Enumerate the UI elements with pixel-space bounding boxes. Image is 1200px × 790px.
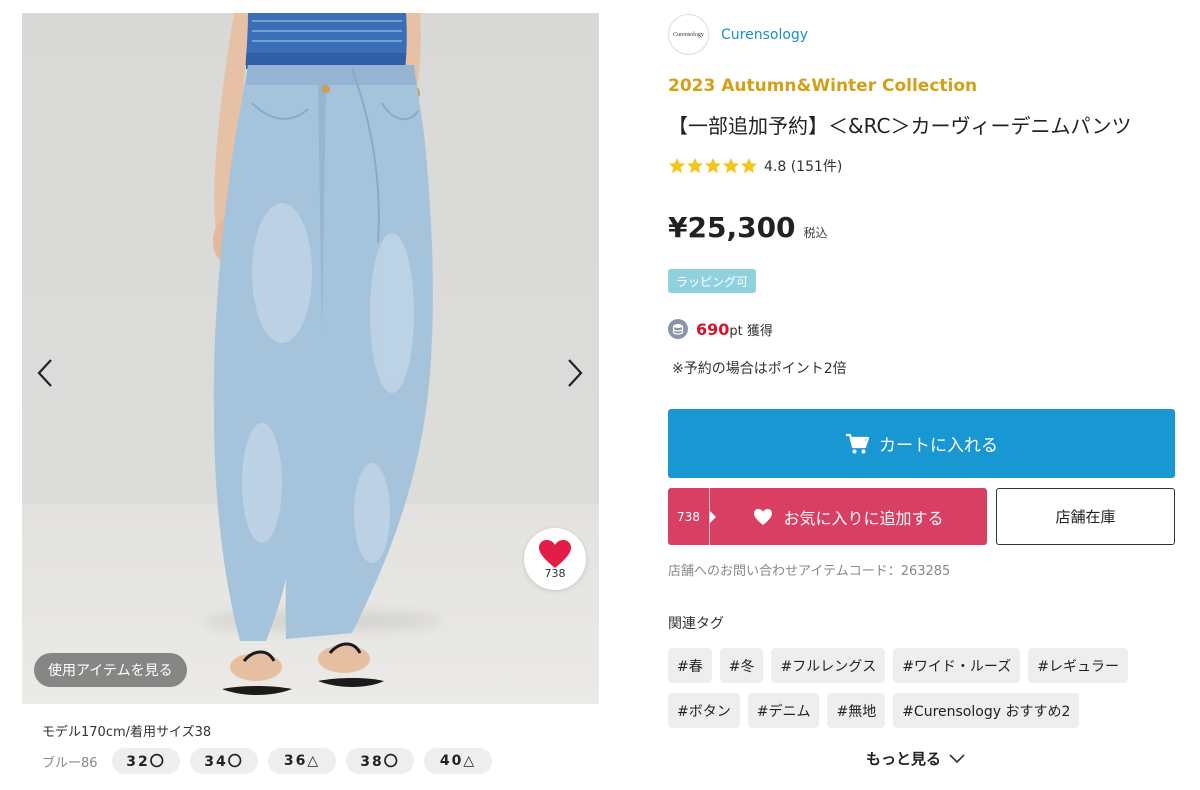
rating-text: 4.8 (151件) (764, 159, 843, 175)
size-chip-38[interactable]: 38〇 (346, 748, 414, 774)
brand-name[interactable]: Curensology (721, 27, 808, 43)
star-icon (740, 157, 758, 174)
size-chip-34[interactable]: 34〇 (190, 748, 258, 774)
tag-plain[interactable]: #無地 (827, 693, 886, 728)
product-title: 【一部追加予約】＜&RC＞カーヴィーデニムパンツ (668, 114, 1132, 138)
price: ¥25,300 税込 (668, 211, 828, 244)
product-image-gallery[interactable]: 738 使用アイテムを見る (22, 13, 599, 704)
star-icon (704, 157, 722, 174)
size-availability-row: ブルー86 32〇 34〇 36△ 38〇 40△ (42, 748, 492, 774)
reservation-note: ※予約の場合はポイント2倍 (672, 361, 847, 377)
chevron-down-icon (949, 753, 965, 763)
tag-wide-loose[interactable]: #ワイド・ルーズ (893, 648, 1021, 683)
cart-icon (846, 433, 869, 453)
store-stock-button[interactable]: 店舗在庫 (996, 488, 1175, 545)
collection-label: 2023 Autumn&Winter Collection (668, 76, 978, 96)
next-image-button[interactable] (560, 353, 590, 393)
model-info: モデル170cm/着用サイズ38 (42, 725, 212, 740)
tag-regular[interactable]: #レギュラー (1028, 648, 1128, 683)
add-to-cart-button[interactable]: カートに入れる (668, 409, 1175, 478)
favorite-count: 738 (668, 488, 716, 545)
points-info: 690pt 獲得 (668, 319, 773, 339)
size-chip-36[interactable]: 36△ (268, 748, 336, 774)
rating-summary[interactable]: 4.8 (151件) (668, 156, 842, 176)
points-value: 690 (696, 319, 730, 339)
add-to-favorites-button[interactable]: 738 お気に入りに追加する (668, 488, 987, 545)
star-icon (722, 157, 740, 174)
coin-icon (668, 319, 688, 339)
show-more-button[interactable]: もっと見る (866, 748, 965, 769)
tag-denim[interactable]: #デニム (747, 693, 820, 728)
favorite-label-wrap: お気に入りに追加する (710, 505, 987, 529)
points-suffix: pt 獲得 (729, 323, 773, 339)
view-used-items-label: 使用アイテムを見る (48, 663, 173, 679)
view-used-items-button[interactable]: 使用アイテムを見る (34, 653, 187, 687)
tag-winter[interactable]: #冬 (719, 648, 764, 683)
related-tags-title: 関連タグ (668, 616, 724, 632)
previous-image-button[interactable] (30, 353, 60, 393)
heart-icon (754, 508, 773, 525)
tag-full-length[interactable]: #フルレングス (771, 648, 886, 683)
tag-brand-recommend[interactable]: #Curensology おすすめ2 (893, 693, 1080, 728)
star-icon (686, 157, 704, 174)
favorite-bubble-button[interactable]: 738 (524, 528, 586, 590)
store-stock-label: 店舗在庫 (1055, 508, 1116, 526)
rating-stars (668, 157, 758, 175)
gift-wrap-badge: ラッピング可 (668, 269, 757, 293)
size-chip-40[interactable]: 40△ (424, 748, 492, 774)
product-photo (213, 13, 433, 695)
heart-icon (539, 539, 571, 568)
related-tags-list: #春 #冬 #フルレングス #ワイド・ルーズ #レギュラー #ボタン #デニム … (668, 648, 1138, 728)
price-amount: ¥25,300 (668, 211, 796, 244)
chevron-left-icon (37, 359, 52, 387)
chevron-right-icon (568, 359, 583, 387)
color-label: ブルー86 (42, 755, 98, 771)
brand-link[interactable]: Curensology Curensology (668, 14, 808, 55)
star-icon (668, 157, 686, 174)
tag-spring[interactable]: #春 (668, 648, 712, 683)
tax-label: 税込 (803, 226, 828, 240)
brand-logo: Curensology (668, 14, 709, 55)
show-more-label: もっと見る (866, 750, 942, 768)
favorite-label: お気に入りに追加する (783, 508, 944, 528)
item-code: 店舗へのお問い合わせアイテムコード：263285 (668, 564, 951, 579)
add-to-cart-label: カートに入れる (879, 436, 998, 456)
size-chip-32[interactable]: 32〇 (112, 748, 180, 774)
tag-button[interactable]: #ボタン (668, 693, 740, 728)
favorite-bubble-count: 738 (544, 566, 566, 580)
